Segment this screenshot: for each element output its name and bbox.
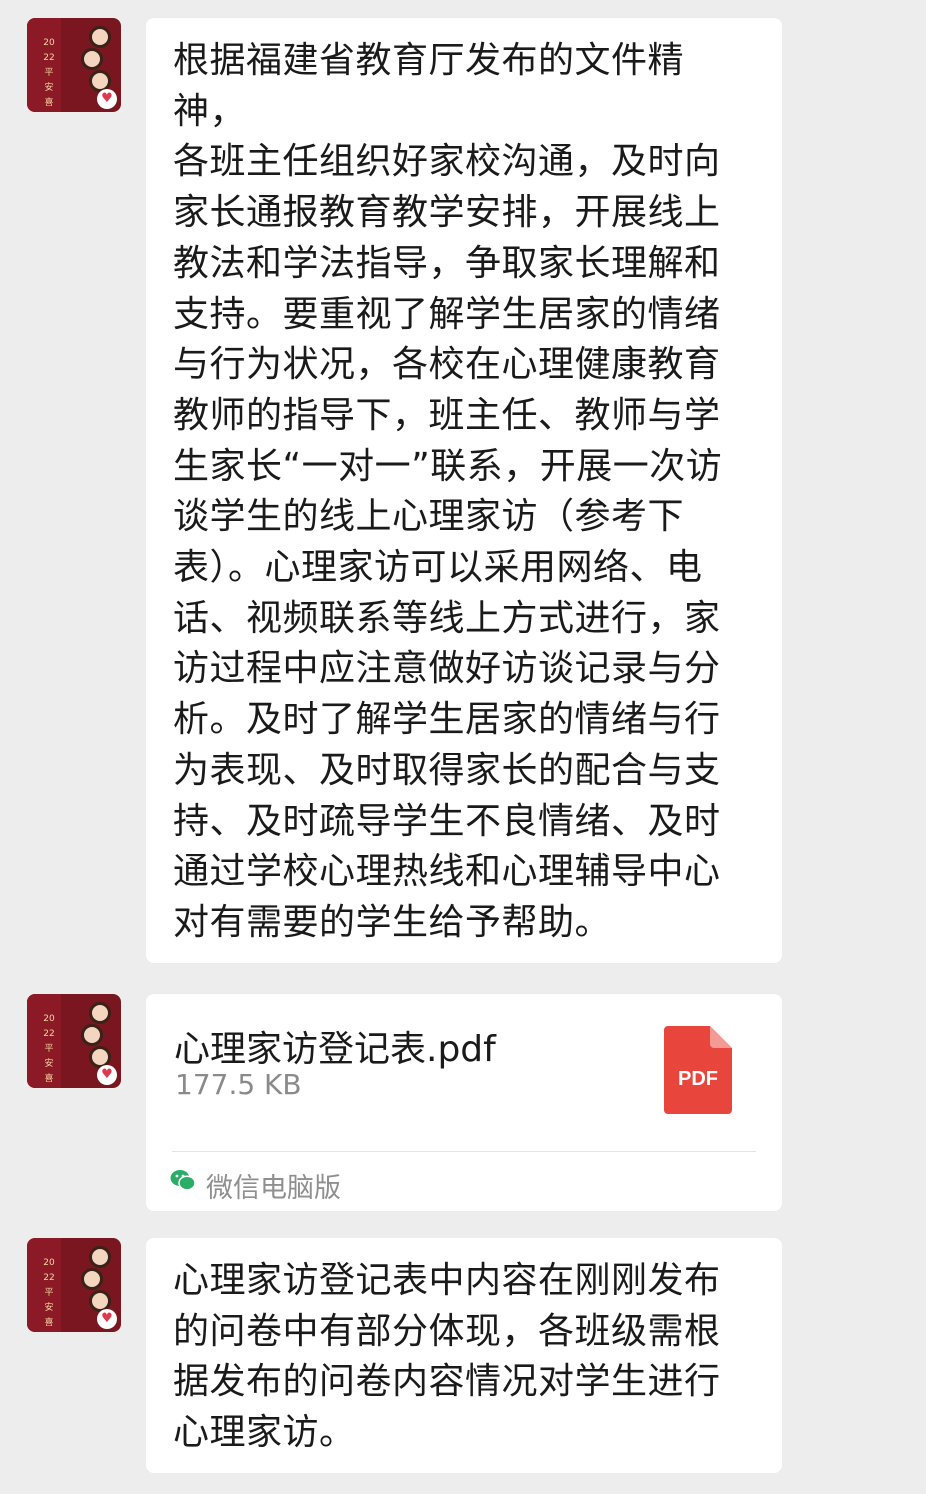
face-icon — [81, 1024, 103, 1046]
face-icon — [89, 26, 111, 48]
heart-icon: ♥ — [97, 89, 117, 109]
message-text: 心理家访登记表中内容在刚刚发布的问卷中有部分体现，各班级需根据发布的问卷内容情况… — [173, 1260, 721, 1454]
avatar-calendar-text: 2022平安喜乐 — [43, 1258, 55, 1328]
source-label: 微信电脑版 — [206, 1173, 341, 1204]
wechat-icon — [170, 1170, 196, 1191]
face-icon — [89, 1002, 111, 1024]
message-bubble[interactable]: 根据福建省教育厅发布的文件精神， 各班主任组织好家校沟通，及时向家长通报教育教学… — [146, 18, 782, 963]
heart-icon: ♥ — [97, 1065, 117, 1085]
avatar-calendar-text: 2022平安喜乐 — [43, 1014, 55, 1084]
file-message-card[interactable]: 心理家访登记表.pdf 177.5 KB PDF 微信电脑版 — [146, 994, 782, 1211]
file-name: 心理家访登记表.pdf — [174, 1029, 496, 1070]
face-icon — [81, 1268, 103, 1290]
face-icon — [89, 1246, 111, 1268]
avatar-calendar-text: 2022平安喜乐 — [43, 38, 55, 108]
avatar[interactable]: 2022平安喜乐 ♥ — [27, 1238, 121, 1332]
divider — [172, 1151, 756, 1152]
avatar[interactable]: 2022平安喜乐 ♥ — [27, 18, 121, 112]
message-text: 根据福建省教育厅发布的文件精神， 各班主任组织好家校沟通，及时向家长通报教育教学… — [173, 40, 723, 943]
message-bubble[interactable]: 心理家访登记表中内容在刚刚发布的问卷中有部分体现，各班级需根据发布的问卷内容情况… — [146, 1238, 782, 1473]
pdf-type-label: PDF — [678, 1068, 718, 1090]
heart-icon: ♥ — [97, 1309, 117, 1329]
face-icon — [81, 48, 103, 70]
file-size: 177.5 KB — [175, 1068, 302, 1101]
avatar[interactable]: 2022平安喜乐 ♥ — [27, 994, 121, 1088]
